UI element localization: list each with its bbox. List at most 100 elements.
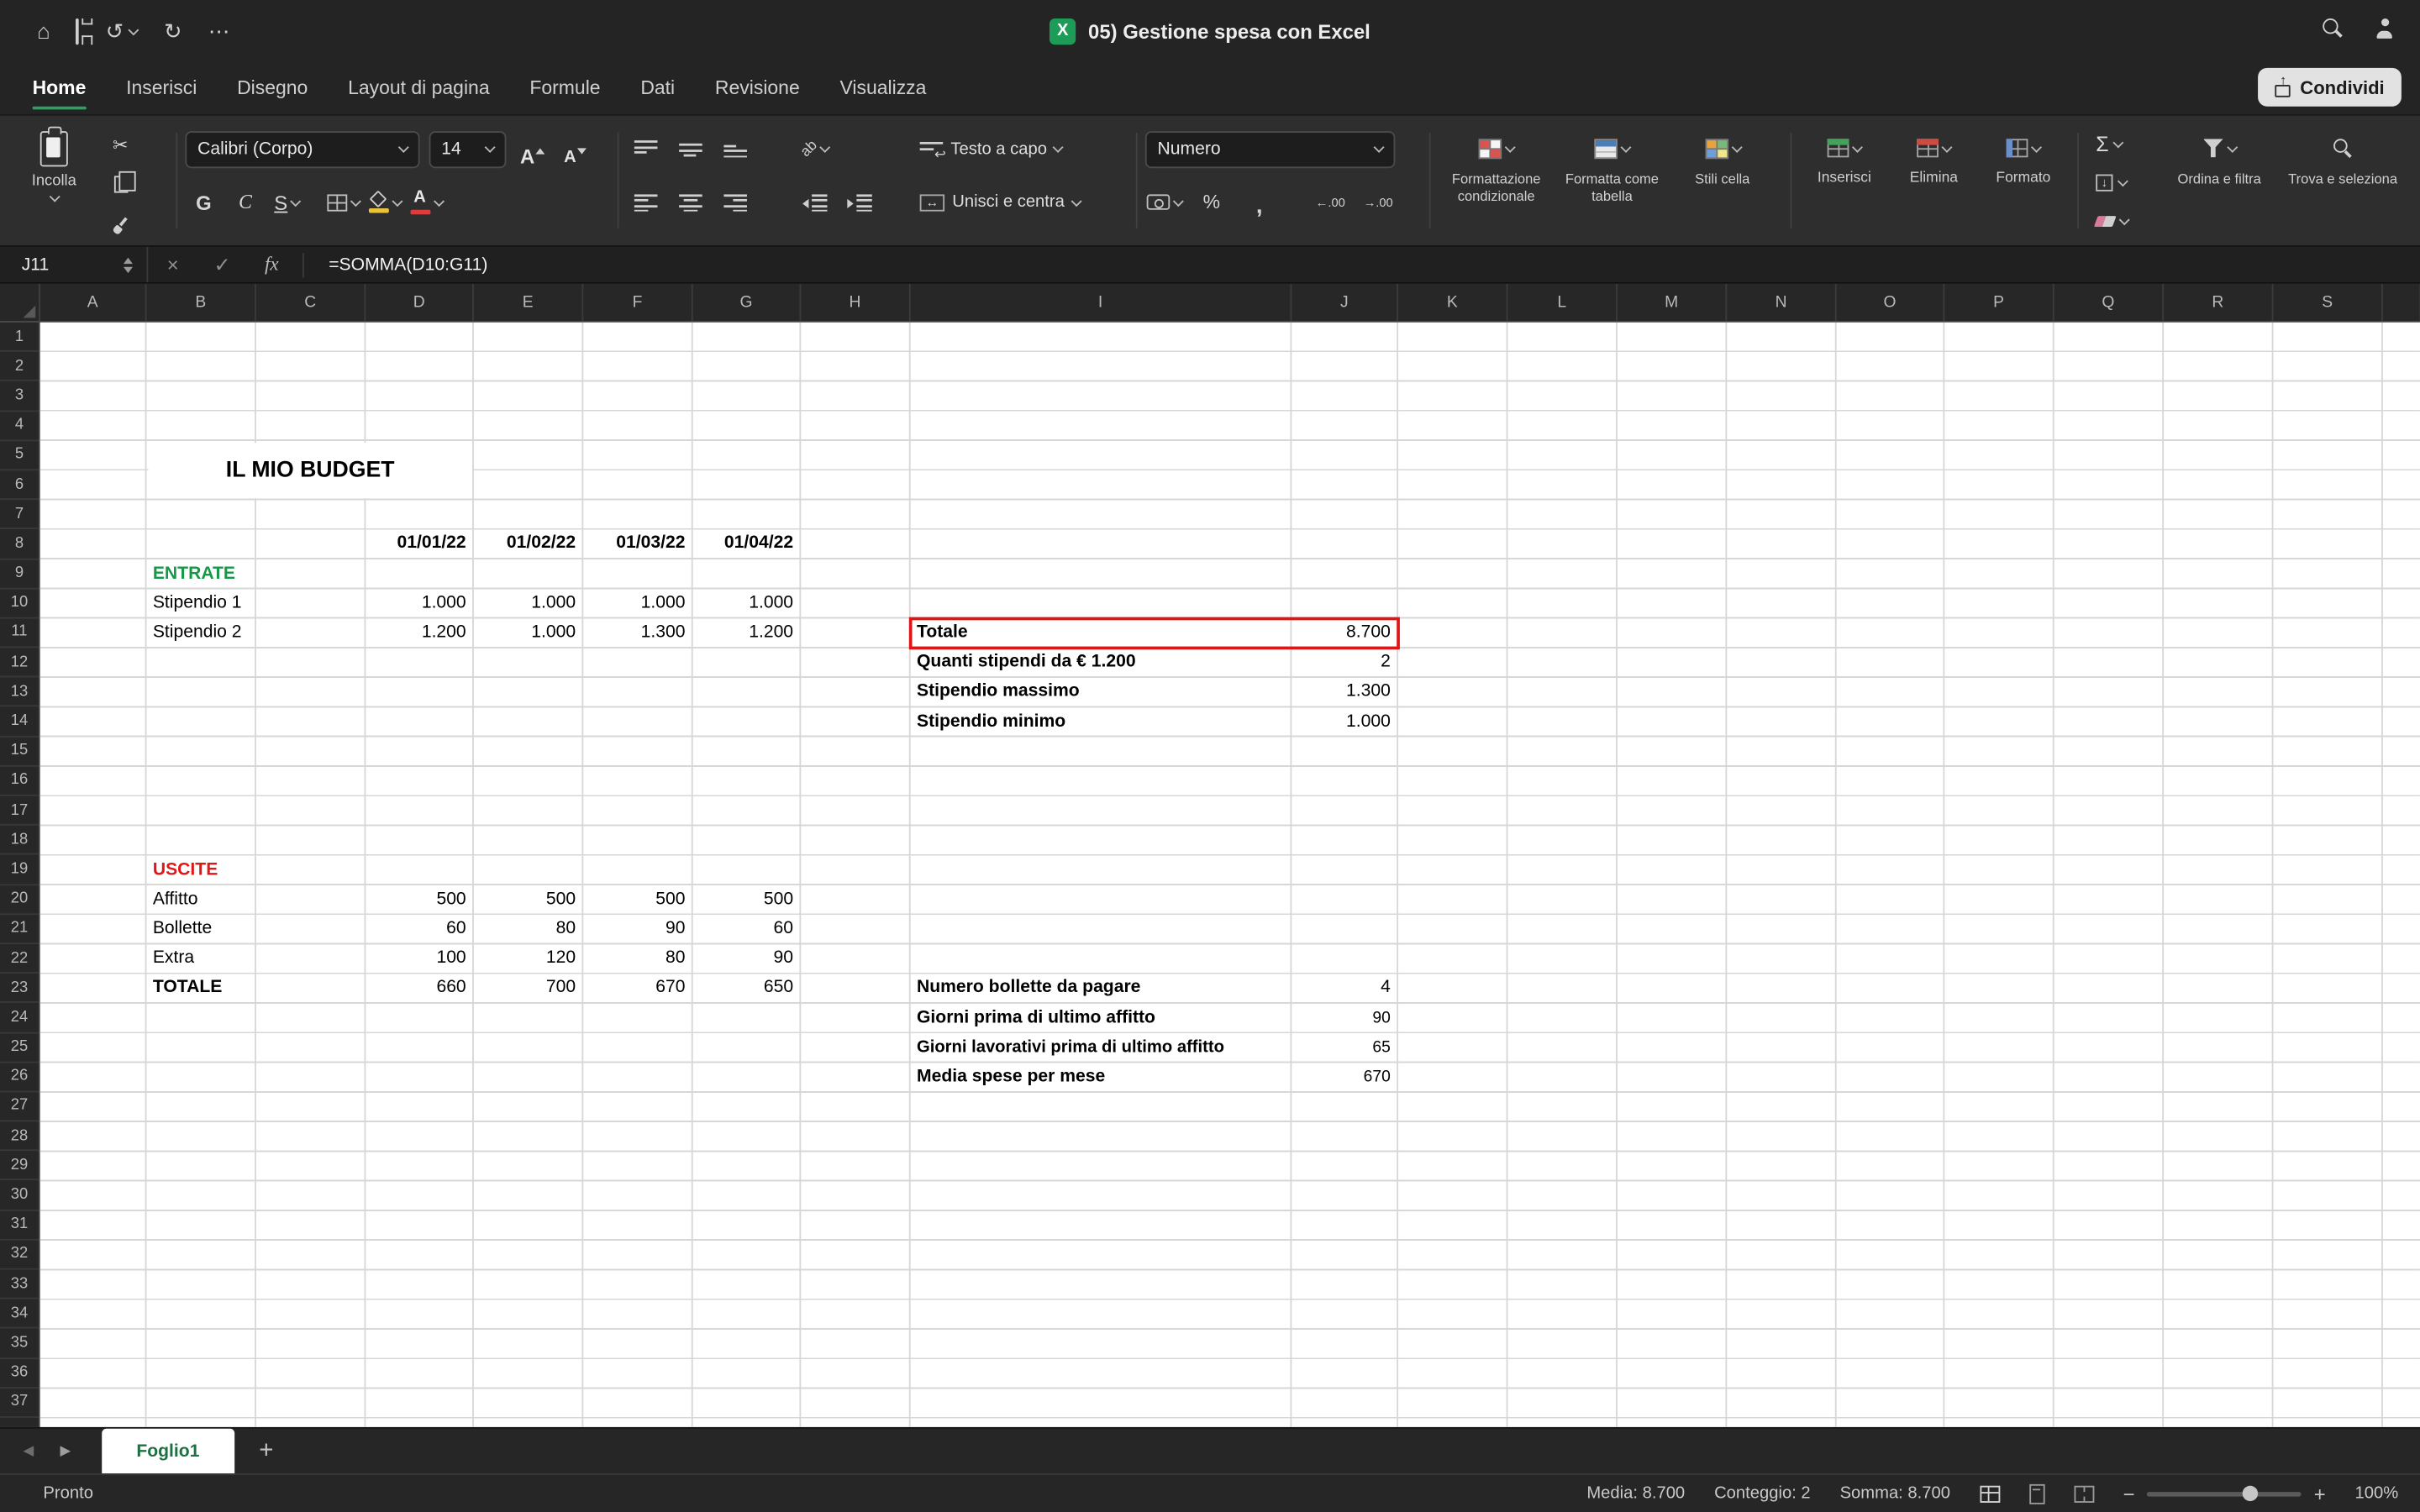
cell-D8[interactable]: 01/01/22 (366, 530, 474, 559)
column-header-I[interactable]: I (911, 284, 1292, 321)
cell-E22[interactable]: 120 (474, 944, 583, 974)
account-button[interactable] (2374, 18, 2396, 43)
column-header-J[interactable]: J (1292, 284, 1398, 321)
cell-B22[interactable]: Extra (146, 944, 255, 974)
currency-format-button[interactable] (1145, 184, 1182, 219)
cell-J11[interactable]: 8.700 (1292, 619, 1398, 648)
cell-B9[interactable]: ENTRATE (146, 559, 255, 589)
zoom-slider[interactable] (2147, 1491, 2302, 1496)
borders-button[interactable] (324, 184, 361, 219)
percent-format-button[interactable]: % (1193, 184, 1230, 219)
share-button[interactable]: Condividi (2259, 68, 2402, 107)
cell-F20[interactable]: 500 (583, 885, 692, 915)
row-header-33[interactable]: 33 (0, 1270, 39, 1299)
row-header-18[interactable]: 18 (0, 826, 39, 855)
cell-B23[interactable]: TOTALE (146, 974, 255, 1004)
paste-button[interactable]: Incolla (15, 125, 92, 243)
comma-format-button[interactable]: , (1241, 184, 1278, 219)
clear-button[interactable] (2096, 203, 2128, 239)
orientation-button[interactable] (797, 131, 834, 166)
format-as-table-button[interactable]: Formatta come tabella (1555, 116, 1670, 249)
cancel-entry-button[interactable]: × (148, 253, 197, 276)
next-sheet-button[interactable]: ▶ (60, 1442, 71, 1459)
cell-E20[interactable]: 500 (474, 885, 583, 915)
zoom-out-button[interactable]: − (2123, 1482, 2135, 1505)
row-header-11[interactable]: 11 (0, 618, 39, 648)
align-right-button[interactable] (716, 184, 753, 219)
row-header-26[interactable]: 26 (0, 1063, 39, 1092)
row-header-7[interactable]: 7 (0, 500, 39, 529)
row-header-15[interactable]: 15 (0, 737, 39, 766)
cell-D21[interactable]: 60 (366, 915, 474, 944)
cell-G20[interactable]: 500 (693, 885, 802, 915)
grid[interactable]: IL MIO BUDGET01/01/2201/02/2201/03/2201/… (40, 323, 2420, 1427)
row-header-30[interactable]: 30 (0, 1181, 39, 1210)
insert-cells-button[interactable]: Inserisci (1802, 116, 1886, 249)
name-box[interactable]: J11 (0, 247, 148, 282)
row-header-25[interactable]: 25 (0, 1033, 39, 1063)
row-header-29[interactable]: 29 (0, 1152, 39, 1181)
increase-indent-button[interactable] (841, 184, 878, 219)
align-bottom-button[interactable] (716, 131, 753, 166)
autosum-button[interactable]: Σ (2096, 127, 2128, 162)
column-header-P[interactable]: P (1944, 284, 2054, 321)
cell-F23[interactable]: 670 (583, 974, 692, 1004)
column-header-S[interactable]: S (2273, 284, 2382, 321)
cell-I26[interactable]: Media spese per mese (911, 1063, 1292, 1092)
column-header-Q[interactable]: Q (2054, 284, 2164, 321)
tab-revisione[interactable]: Revisione (695, 61, 820, 113)
cell-F22[interactable]: 80 (583, 944, 692, 974)
fill-color-button[interactable] (366, 184, 402, 219)
cell-J13[interactable]: 1.300 (1292, 678, 1398, 707)
format-cells-button[interactable]: Formato (1981, 116, 2065, 249)
add-sheet-button[interactable]: + (259, 1437, 273, 1465)
cell-D23[interactable]: 660 (366, 974, 474, 1004)
cell-J26[interactable]: 670 (1292, 1063, 1398, 1092)
zoom-slider-thumb[interactable] (2243, 1486, 2258, 1501)
row-header-27[interactable]: 27 (0, 1092, 39, 1121)
cell-I25[interactable]: Giorni lavorativi prima di ultimo affitt… (911, 1033, 1292, 1063)
cell-B19[interactable]: USCITE (146, 856, 255, 885)
column-header-F[interactable]: F (583, 284, 692, 321)
column-header-D[interactable]: D (366, 284, 474, 321)
align-left-button[interactable] (627, 184, 664, 219)
row-header-17[interactable]: 17 (0, 796, 39, 826)
cell-G11[interactable]: 1.200 (693, 619, 802, 648)
row-header-8[interactable]: 8 (0, 530, 39, 559)
cut-button[interactable]: ✂ (102, 127, 139, 162)
cell-G22[interactable]: 90 (693, 944, 802, 974)
tab-dati[interactable]: Dati (620, 61, 695, 113)
column-header-L[interactable]: L (1507, 284, 1617, 321)
cell-D20[interactable]: 500 (366, 885, 474, 915)
sort-filter-button[interactable]: Ordina e filtra (2167, 116, 2272, 249)
align-middle-button[interactable] (671, 131, 708, 166)
column-header-N[interactable]: N (1727, 284, 1836, 321)
tab-layout-di-pagina[interactable]: Layout di pagina (328, 61, 509, 113)
confirm-entry-button[interactable]: ✓ (197, 252, 247, 276)
cell-B5[interactable]: IL MIO BUDGET (148, 443, 472, 499)
cell-I23[interactable]: Numero bollette da pagare (911, 974, 1292, 1004)
previous-sheet-button[interactable]: ◀ (24, 1442, 34, 1459)
row-header-24[interactable]: 24 (0, 1003, 39, 1032)
font-color-button[interactable]: A (408, 184, 445, 219)
column-header-A[interactable]: A (40, 284, 147, 321)
column-header-T[interactable]: T (2383, 284, 2420, 321)
cell-D11[interactable]: 1.200 (366, 619, 474, 648)
cell-D10[interactable]: 1.000 (366, 589, 474, 618)
cell-B10[interactable]: Stipendio 1 (146, 589, 255, 618)
cell-D22[interactable]: 100 (366, 944, 474, 974)
font-size-select[interactable]: 14 (429, 130, 507, 167)
merge-center-button[interactable]: Unisci e centra (920, 182, 1081, 223)
cell-F21[interactable]: 90 (583, 915, 692, 944)
cell-styles-button[interactable]: Stili cella (1670, 116, 1775, 249)
row-header-19[interactable]: 19 (0, 855, 39, 885)
row-header-31[interactable]: 31 (0, 1210, 39, 1240)
delete-cells-button[interactable]: Elimina (1892, 116, 1975, 249)
column-header-E[interactable]: E (474, 284, 583, 321)
row-header-28[interactable]: 28 (0, 1121, 39, 1151)
formula-input[interactable]: =SOMMA(D10:G11) (310, 255, 487, 274)
row-header-2[interactable]: 2 (0, 352, 39, 381)
cell-I14[interactable]: Stipendio minimo (911, 707, 1292, 737)
cell-G21[interactable]: 60 (693, 915, 802, 944)
row-header-3[interactable]: 3 (0, 381, 39, 411)
